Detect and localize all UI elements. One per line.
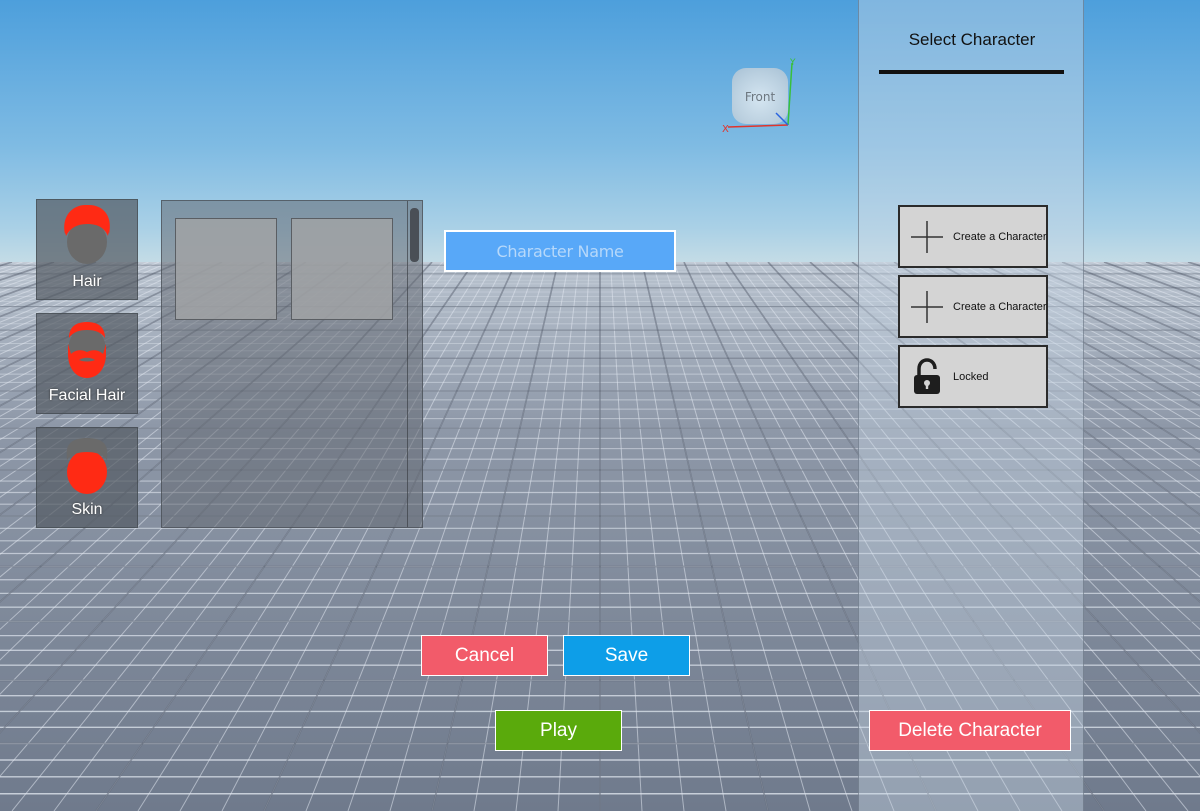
lock-icon xyxy=(914,358,940,394)
play-button[interactable]: Play xyxy=(495,710,622,751)
axis-x-label: X xyxy=(722,124,729,135)
character-name-input[interactable] xyxy=(444,230,676,272)
item-scrollbar-thumb[interactable] xyxy=(410,208,419,262)
character-select-sidebar: Select Character Create a Character Crea… xyxy=(858,0,1084,811)
category-facial-hair-label: Facial Hair xyxy=(48,387,126,404)
item-slot[interactable] xyxy=(175,218,277,320)
item-grid-panel[interactable] xyxy=(161,200,423,528)
axis-gizmo-icon: X Y xyxy=(722,58,796,135)
item-scrollbar[interactable] xyxy=(407,201,422,527)
sidebar-title: Select Character xyxy=(908,30,1036,49)
character-slot-1[interactable]: Create a Character xyxy=(898,205,1048,268)
character-slot-label: Create a Character xyxy=(953,301,1047,313)
skin-icon xyxy=(66,438,108,494)
category-hair-label: Hair xyxy=(72,273,102,290)
character-slot-3[interactable]: Locked xyxy=(898,345,1048,408)
save-button[interactable]: Save xyxy=(563,635,690,676)
category-facial-hair-button[interactable]: Facial Hair xyxy=(36,313,138,414)
hair-icon xyxy=(64,204,110,264)
category-hair-button[interactable]: Hair xyxy=(36,199,138,300)
category-skin-label: Skin xyxy=(71,501,103,518)
facial-hair-icon xyxy=(68,322,106,378)
view-cube[interactable]: Front X Y xyxy=(720,55,800,135)
delete-character-button[interactable]: Delete Character xyxy=(869,710,1071,751)
item-slot[interactable] xyxy=(291,218,393,320)
sidebar-title-underline xyxy=(879,70,1064,74)
axis-y-label: Y xyxy=(789,58,796,68)
character-slot-label: Locked xyxy=(953,371,989,383)
game-viewport[interactable]: Front X Y Hair Facial Hair Skin Characte… xyxy=(0,0,1200,811)
character-slot-label: Create a Character xyxy=(953,231,1047,243)
category-skin-button[interactable]: Skin xyxy=(36,427,138,528)
plus-icon xyxy=(911,221,943,253)
cancel-button[interactable]: Cancel xyxy=(421,635,548,676)
character-slot-2[interactable]: Create a Character xyxy=(898,275,1048,338)
plus-icon xyxy=(911,291,943,323)
